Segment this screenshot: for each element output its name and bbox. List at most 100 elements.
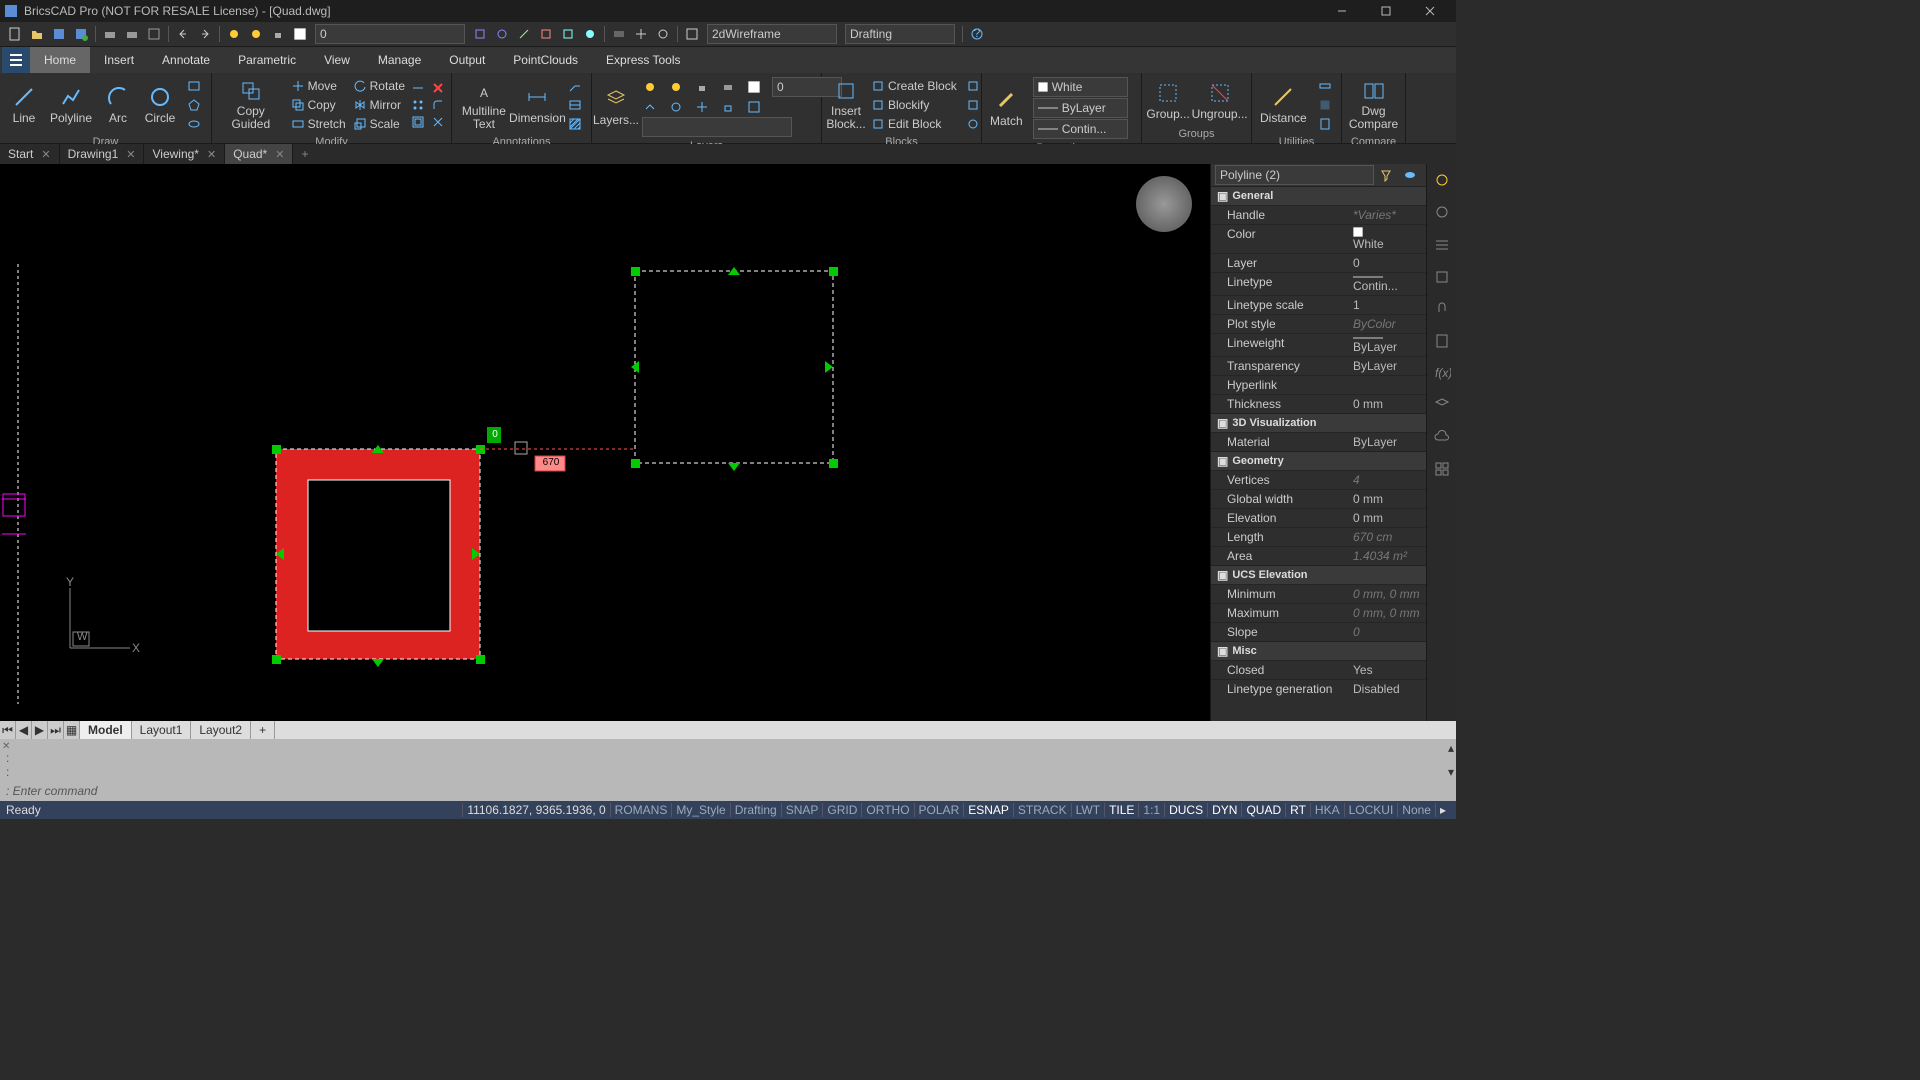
settings-icon[interactable] [653, 24, 673, 44]
prop-value[interactable] [1347, 376, 1426, 394]
layout-1[interactable]: Layout1 [132, 721, 192, 739]
layer-plot-icon[interactable] [716, 77, 740, 97]
menu-pointclouds[interactable]: PointClouds [499, 47, 592, 73]
scale-button[interactable]: Scale [350, 115, 407, 133]
table-icon[interactable] [563, 96, 587, 114]
status-toggle[interactable]: 1:1 [1138, 803, 1164, 817]
prop-row[interactable]: ClosedYes [1211, 660, 1426, 679]
move-button[interactable]: Move [288, 77, 348, 95]
layer-freeze-icon[interactable] [246, 24, 266, 44]
tab-quad[interactable]: Quad*✕ [225, 144, 293, 164]
menu-expresstools[interactable]: Express Tools [592, 47, 694, 73]
ellipse-icon[interactable] [182, 115, 206, 133]
liso-icon[interactable] [638, 98, 662, 116]
insert-block-button[interactable]: Insert Block... [826, 77, 866, 133]
tool4-icon[interactable] [536, 24, 556, 44]
menu-annotate[interactable]: Annotate [148, 47, 224, 73]
last-layout-icon[interactable]: ⏭ [48, 721, 64, 739]
menu-insert[interactable]: Insert [90, 47, 148, 73]
quickselect-icon[interactable] [1374, 166, 1398, 184]
status-toggle[interactable]: STRACK [1013, 803, 1071, 817]
status-toggle[interactable]: POLAR [914, 803, 964, 817]
open-icon[interactable] [27, 24, 47, 44]
lfrz-icon[interactable] [690, 98, 714, 116]
dimension-button[interactable]: Dimension [514, 83, 561, 127]
tool2-icon[interactable] [492, 24, 512, 44]
status-toggle[interactable]: ESNAP [963, 803, 1013, 817]
group-button[interactable]: Group... [1146, 79, 1190, 123]
menu-view[interactable]: View [310, 47, 364, 73]
array-icon[interactable] [409, 97, 427, 113]
status-toggle[interactable]: My_Style [671, 803, 729, 817]
prop-row[interactable]: Layer0 [1211, 253, 1426, 272]
prop-group-header[interactable]: ▣Geometry [1211, 451, 1426, 470]
menu-manage[interactable]: Manage [364, 47, 435, 73]
grid-icon[interactable] [1433, 460, 1451, 478]
scroll-up-icon[interactable]: ▴ [1448, 741, 1454, 755]
prop-group-header[interactable]: ▣3D Visualization [1211, 413, 1426, 432]
menu-parametric[interactable]: Parametric [224, 47, 310, 73]
prop-group-header[interactable]: ▣General [1211, 186, 1426, 205]
linetype-dropdown[interactable]: ByLayer [1033, 98, 1128, 118]
dynamic-input-value[interactable]: 0 [489, 429, 501, 440]
mirror-button[interactable]: Mirror [350, 96, 407, 114]
cloud-icon[interactable] [1433, 428, 1451, 446]
prop-value[interactable]: 4 [1347, 471, 1426, 489]
saveas-icon[interactable] [71, 24, 91, 44]
dwg-compare-button[interactable]: Dwg Compare [1346, 77, 1401, 133]
prop-value[interactable]: ByLayer [1347, 433, 1426, 451]
layers-button[interactable]: Layers... [596, 85, 636, 129]
menu-output[interactable]: Output [435, 47, 499, 73]
create-block-button[interactable]: Create Block [868, 77, 959, 95]
line-button[interactable]: Line [4, 83, 44, 127]
circle-button[interactable]: Circle [140, 83, 180, 127]
lightbulb-icon[interactable] [1433, 172, 1451, 190]
layer-dropdown[interactable]: 0 [315, 24, 465, 44]
prop-row[interactable]: Thickness0 mm [1211, 394, 1426, 413]
prop-value[interactable]: 0 mm [1347, 490, 1426, 508]
app-menu-button[interactable] [2, 47, 30, 73]
polyline-button[interactable]: Polyline [46, 83, 96, 127]
prop-row[interactable]: Handle*Varies* [1211, 205, 1426, 224]
leader-icon[interactable] [563, 77, 587, 95]
polygon-icon[interactable] [182, 96, 206, 114]
prop-value[interactable]: 0 mm [1347, 395, 1426, 413]
prop-row[interactable]: LinetypeContin... [1211, 272, 1426, 295]
new-icon[interactable] [5, 24, 25, 44]
prop-value[interactable]: 0 mm, 0 mm [1347, 585, 1426, 603]
tool7-icon[interactable] [609, 24, 629, 44]
layer-color-icon[interactable] [290, 24, 310, 44]
prop-value[interactable]: Contin... [1347, 273, 1426, 295]
layer-lock-icon[interactable] [268, 24, 288, 44]
fx-icon[interactable]: f(x) [1433, 364, 1451, 382]
layer-color-swatch[interactable] [742, 77, 766, 97]
status-toggle[interactable]: None [1397, 803, 1435, 817]
distance-button[interactable]: Distance [1256, 83, 1311, 127]
selection-dropdown[interactable]: Polyline (2) [1215, 165, 1374, 185]
prop-row[interactable]: TransparencyByLayer [1211, 356, 1426, 375]
prop-value[interactable]: White [1347, 225, 1426, 253]
status-toggle[interactable]: LWT [1071, 803, 1104, 817]
prop-value[interactable]: 0 [1347, 254, 1426, 272]
measure-icon[interactable] [1313, 77, 1337, 95]
scroll-down-icon[interactable]: ▾ [1448, 765, 1454, 779]
copy-button[interactable]: Copy [288, 96, 348, 114]
status-toggle[interactable]: DYN [1207, 803, 1241, 817]
prop-row[interactable]: Plot styleByColor [1211, 314, 1426, 333]
print-icon[interactable] [100, 24, 120, 44]
prop-row[interactable]: Linetype generationDisabled [1211, 679, 1426, 698]
erase-icon[interactable] [429, 80, 447, 96]
next-layout-icon[interactable]: ▶ [32, 721, 48, 739]
layer-bulb-icon[interactable] [638, 77, 662, 97]
help-icon[interactable]: ? [967, 24, 987, 44]
prop-value[interactable]: Disabled [1347, 680, 1426, 698]
prev-layout-icon[interactable]: ◀ [16, 721, 32, 739]
pickadd-icon[interactable] [1398, 166, 1422, 184]
layer-lock2-icon[interactable] [690, 77, 714, 97]
layout-grid-icon[interactable]: ▦ [64, 721, 80, 739]
prop-value[interactable]: Yes [1347, 661, 1426, 679]
layout-model[interactable]: Model [80, 721, 132, 739]
prop-row[interactable]: ColorWhite [1211, 224, 1426, 253]
prop-group-header[interactable]: ▣UCS Elevation [1211, 565, 1426, 584]
prop-value[interactable]: 0 [1347, 623, 1426, 641]
